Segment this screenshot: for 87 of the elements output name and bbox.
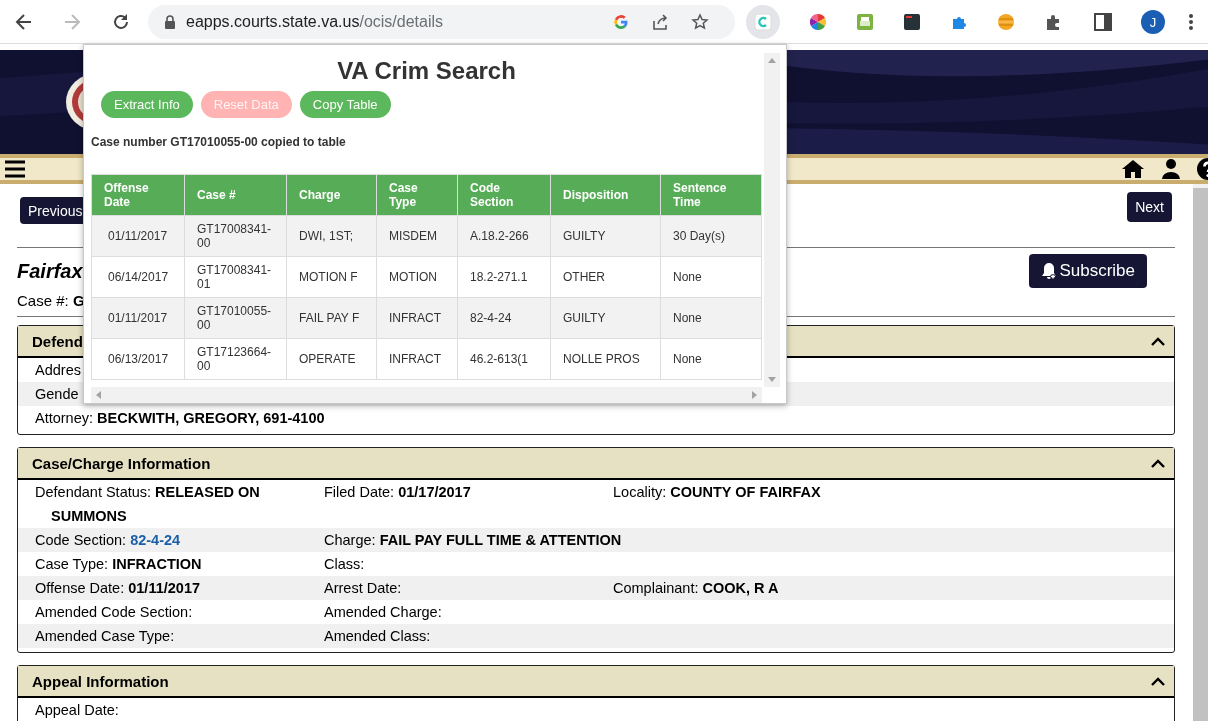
column-header: Sentence Time <box>660 174 762 216</box>
case-number-label: Case #: <box>17 292 69 309</box>
next-button[interactable]: Next <box>1127 192 1172 222</box>
column-header: Charge <box>286 174 377 216</box>
field-text: Filed Date: 01/17/2017 <box>324 484 471 500</box>
field-text: Complainant: COOK, R A <box>613 580 779 596</box>
field-text: Addres <box>35 362 81 378</box>
color-wheel-icon[interactable] <box>809 13 827 31</box>
section-title: Defend <box>32 332 83 350</box>
status-message: Case number GT17010055-00 copied to table <box>91 135 347 149</box>
field-text: Amended Charge: <box>324 604 442 620</box>
column-header: Disposition <box>550 174 661 216</box>
table-cell: GUILTY <box>550 297 661 339</box>
table-cell: 18.2-271.1 <box>457 256 551 298</box>
field-label: Code Section: <box>35 532 127 548</box>
table-cell: GT17010055-00 <box>184 297 287 339</box>
table-cell: INFRACT <box>376 297 458 339</box>
popup-title: VA Crim Search <box>336 57 517 85</box>
lock-icon[interactable] <box>164 15 176 29</box>
dark-window-icon[interactable] <box>903 13 921 31</box>
table-cell: 30 Day(s) <box>660 215 762 257</box>
field-text: Attorney: BECKWITH, GREGORY, 691-4100 <box>35 410 325 426</box>
star-icon[interactable] <box>691 13 709 31</box>
field-text: Locality: COUNTY OF FAIRFAX <box>613 484 821 500</box>
back-icon[interactable] <box>14 12 34 32</box>
table-cell: MOTION F <box>286 256 377 298</box>
field-text: Case Type: INFRACTION <box>35 556 202 572</box>
field-text: Amended Code Section: <box>35 604 193 620</box>
table-cell: OPERATE <box>286 338 377 380</box>
field-text: Charge: FAIL PAY FULL TIME & ATTENTION <box>324 532 622 548</box>
field-text: Amended Case Type: <box>35 628 175 644</box>
table-cell: OTHER <box>550 256 661 298</box>
url-text: eapps.courts.state.va.us/ocis/details <box>186 13 445 31</box>
chevron-up-icon[interactable] <box>1151 458 1165 468</box>
column-header: Code Section <box>457 174 551 216</box>
table-cell: GT17008341-01 <box>184 256 287 298</box>
table-cell: INFRACT <box>376 338 458 380</box>
field-link[interactable]: 82-4-24 <box>130 532 181 548</box>
table-cell: GUILTY <box>550 215 661 257</box>
table-cell: 01/11/2017 <box>91 297 185 339</box>
table-cell: A.18.2-266 <box>457 215 551 257</box>
subscribe-button[interactable]: Subscribe <box>1029 254 1147 288</box>
table-cell: 06/13/2017 <box>91 338 185 380</box>
table-cell: 82-4-24 <box>457 297 551 339</box>
column-header: Case # <box>184 174 287 216</box>
chevron-up-icon[interactable] <box>1151 676 1165 686</box>
profile-avatar[interactable]: J <box>1141 10 1165 34</box>
section-header[interactable]: Case/Charge Information <box>18 448 1174 480</box>
field-text: Gende <box>35 386 79 402</box>
side-panel-icon[interactable] <box>1093 12 1113 32</box>
scrollbar[interactable] <box>1193 184 1208 721</box>
chevron-up-icon[interactable] <box>1151 336 1165 346</box>
table-cell: MOTION <box>376 256 458 298</box>
table-cell: 46.2-613(1 <box>457 338 551 380</box>
address-bar[interactable]: eapps.courts.state.va.us/ocis/details <box>148 5 735 39</box>
field-text: Arrest Date: <box>324 580 402 596</box>
field-text: Appeal Date: <box>35 702 119 718</box>
menu-icon[interactable] <box>4 160 26 178</box>
column-header: Case Type <box>376 174 458 216</box>
table-cell: GT17123664-00 <box>184 338 287 380</box>
column-header: Offense Date <box>91 174 185 216</box>
bell-icon <box>1041 262 1058 280</box>
reload-icon[interactable] <box>111 12 131 32</box>
home-icon[interactable] <box>1121 159 1145 179</box>
section-header[interactable]: Appeal Information <box>18 666 1174 698</box>
table-cell: MISDEM <box>376 215 458 257</box>
field-text: Offense Date: 01/11/2017 <box>35 580 200 596</box>
table-cell: None <box>660 338 762 380</box>
table-cell: DWI, 1ST; <box>286 215 377 257</box>
field-text: Defendant Status: RELEASED ON SUMMONS <box>35 484 260 524</box>
court-title: Fairfax <box>17 259 83 283</box>
user-icon[interactable] <box>1161 159 1181 179</box>
section-title: Appeal Information <box>32 672 169 690</box>
planet-icon[interactable] <box>997 13 1015 31</box>
table-cell: 01/11/2017 <box>91 215 185 257</box>
google-icon[interactable] <box>613 14 629 30</box>
field-text: Class: <box>324 556 365 572</box>
table-cell: GT17008341-00 <box>184 215 287 257</box>
section-title: Case/Charge Information <box>32 454 211 472</box>
field-text: Amended Class: <box>324 628 431 644</box>
table-cell: NOLLE PROS <box>550 338 661 380</box>
share-icon[interactable] <box>651 13 669 31</box>
menu-icon[interactable] <box>1188 13 1194 31</box>
table-cell: FAIL PAY F <box>286 297 377 339</box>
table-cell: None <box>660 256 762 298</box>
table-cell: 06/14/2017 <box>91 256 185 298</box>
table-cell: None <box>660 297 762 339</box>
